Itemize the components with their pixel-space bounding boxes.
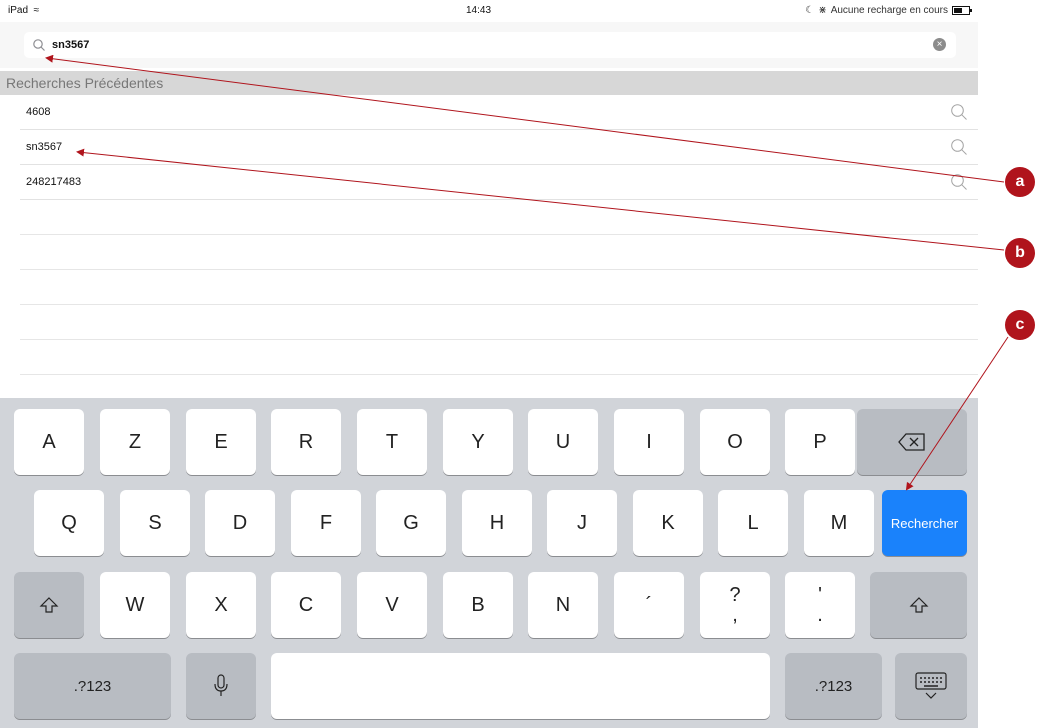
- arrow-c: [905, 336, 1009, 491]
- annotation-badge-b: b: [1005, 238, 1035, 268]
- arrow-b: [76, 148, 1005, 251]
- annotation-badge-c: c: [1005, 310, 1035, 340]
- arrow-a: [45, 54, 1005, 183]
- annotation-arrows: [45, 54, 1009, 491]
- annotation-badge-a: a: [1005, 167, 1035, 197]
